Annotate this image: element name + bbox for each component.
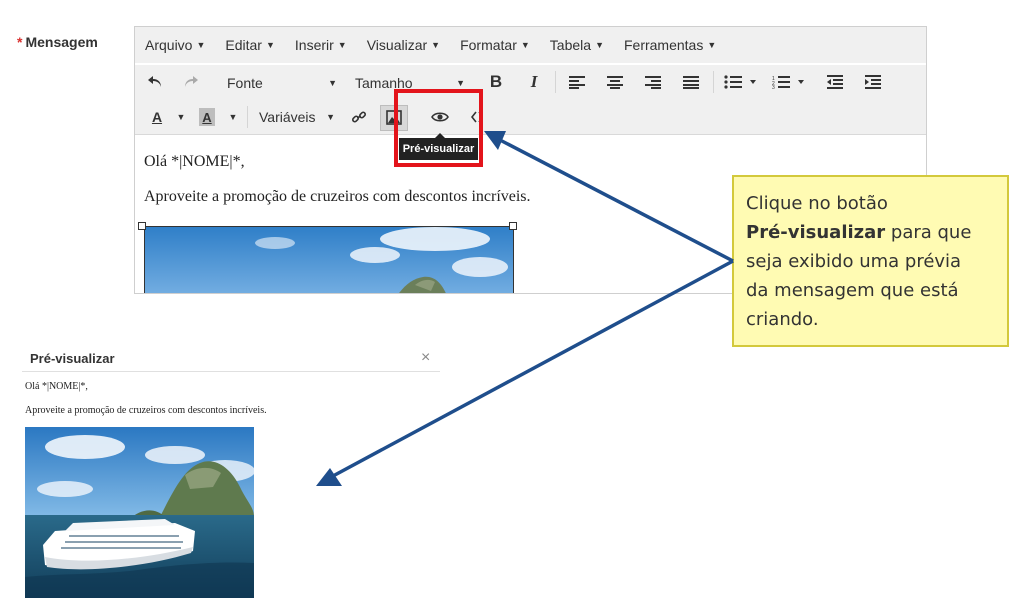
bullet-list-icon[interactable]	[723, 73, 759, 91]
align-left-icon[interactable]	[567, 73, 587, 91]
preview-cruise-image	[25, 427, 254, 598]
menu-tabela[interactable]: Tabela ▼	[550, 37, 604, 53]
caret-down-icon: ▼	[328, 78, 337, 88]
callout-line-1: Clique no botão	[746, 193, 888, 214]
numbered-list-icon[interactable]: 123	[771, 73, 807, 91]
svg-text:3: 3	[772, 85, 775, 89]
align-center-icon[interactable]	[605, 73, 625, 91]
callout-line-2: para que	[885, 222, 972, 243]
caret-down-icon[interactable]: ▼	[227, 109, 239, 125]
outdent-icon[interactable]	[825, 73, 845, 91]
resize-handle[interactable]	[509, 222, 517, 230]
undo-icon[interactable]	[145, 72, 165, 92]
bold-button[interactable]: B	[485, 72, 507, 92]
resize-handle[interactable]	[138, 222, 146, 230]
caret-down-icon: ▼	[196, 40, 206, 50]
close-icon[interactable]: ×	[421, 349, 430, 367]
editor-toolbar-row-1: Fonte ▼ Tamanho ▼ B I 123	[135, 65, 926, 99]
preview-tooltip: Pré-visualizar	[399, 133, 478, 160]
indent-icon[interactable]	[863, 73, 883, 91]
toolbar-separator	[713, 71, 714, 93]
caret-down-icon[interactable]: ▼	[175, 109, 187, 125]
align-right-icon[interactable]	[643, 73, 663, 91]
preview-promo-text: Aproveite a promoção de cruzeiros com de…	[25, 405, 267, 416]
menu-inserir[interactable]: Inserir ▼	[295, 37, 347, 53]
caret-down-icon: ▼	[265, 40, 275, 50]
message-promo-text: Aproveite a promoção de cruzeiros com de…	[144, 188, 531, 205]
callout-line-5: criando.	[746, 309, 819, 330]
caret-down-icon: ▼	[595, 40, 604, 50]
caret-down-icon: ▼	[707, 40, 717, 50]
toolbar-separator	[247, 106, 248, 128]
caret-down-icon: ▼	[337, 40, 347, 50]
preview-dialog-title: Pré-visualizar	[30, 351, 115, 366]
redo-icon[interactable]	[181, 72, 201, 92]
variables-select[interactable]: Variáveis ▼	[259, 108, 335, 126]
preview-greeting: Olá *|NOME|*,	[25, 381, 88, 392]
caret-down-icon: ▼	[431, 40, 441, 50]
menu-visualizar[interactable]: Visualizar ▼	[367, 37, 440, 53]
menu-formatar[interactable]: Formatar ▼	[460, 37, 530, 53]
toolbar-separator	[555, 71, 556, 93]
cruise-image[interactable]	[144, 226, 514, 293]
instruction-callout: Clique no botão Pré-visualizar para que …	[732, 175, 1009, 347]
link-icon[interactable]	[349, 107, 369, 127]
editor-toolbar-row-2: A ▼ A ▼ Variáveis ▼	[135, 99, 926, 135]
callout-bold: Pré-visualizar	[746, 222, 886, 243]
font-select[interactable]: Fonte ▼	[227, 74, 337, 92]
editor-menubar: Arquivo ▼ Editar ▼ Inserir ▼ Visualizar ▼ Fo…	[135, 27, 926, 63]
text-color-button[interactable]: A	[149, 107, 165, 127]
callout-line-4: da mensagem que está	[746, 280, 959, 301]
italic-button[interactable]: I	[523, 72, 545, 92]
message-label: Mensagem	[25, 34, 98, 50]
required-marker: *	[17, 34, 23, 50]
caret-down-icon: ▼	[326, 112, 335, 122]
preview-divider	[22, 371, 440, 372]
align-justify-icon[interactable]	[681, 73, 701, 91]
caret-down-icon: ▼	[456, 78, 465, 88]
arrowhead-icon	[316, 468, 342, 486]
menu-editar[interactable]: Editar ▼	[225, 37, 275, 53]
caret-down-icon: ▼	[520, 40, 530, 50]
background-color-button[interactable]: A	[199, 108, 215, 126]
menu-ferramentas[interactable]: Ferramentas ▼	[624, 37, 716, 53]
message-greeting: Olá *|NOME|*,	[144, 153, 245, 170]
menu-arquivo[interactable]: Arquivo ▼	[145, 37, 205, 53]
callout-line-3: seja exibido uma prévia	[746, 251, 962, 272]
message-field-label: * Mensagem	[17, 34, 98, 50]
